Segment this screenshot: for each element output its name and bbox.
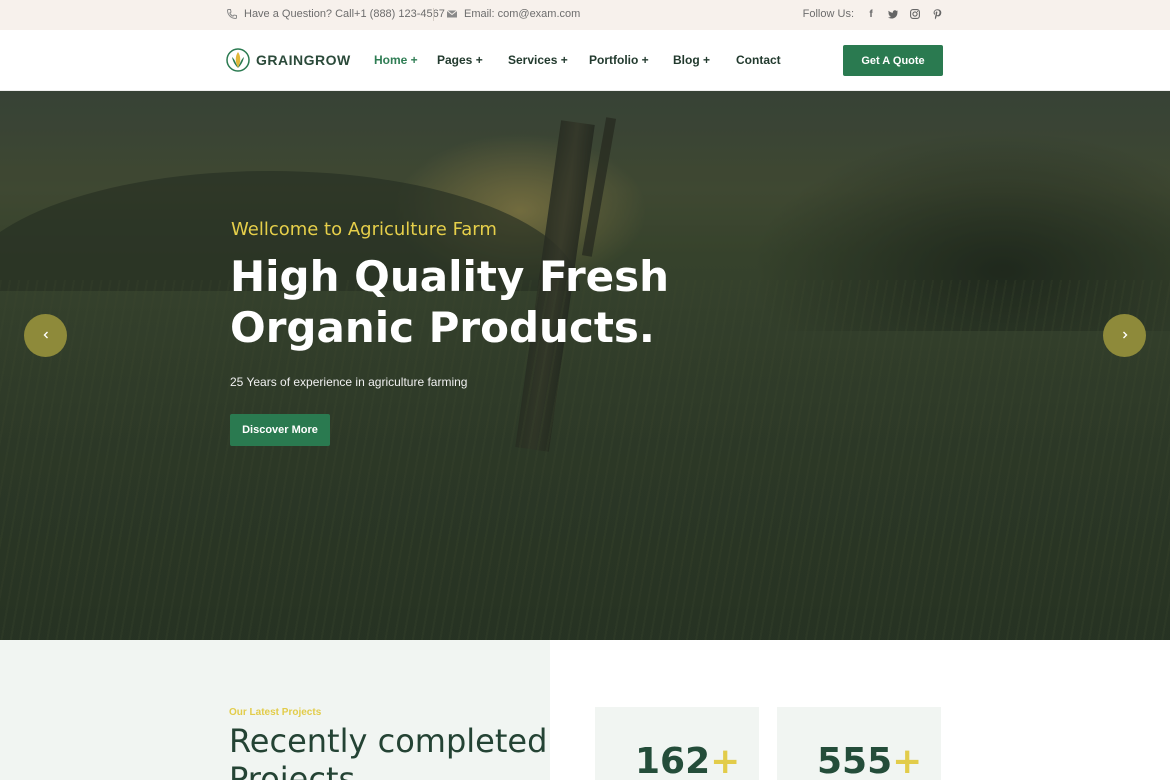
wheat-logo-icon: [226, 48, 250, 72]
logo-text: GRAINGROW: [256, 52, 351, 68]
hero-description: 25 Years of experience in agriculture fa…: [230, 375, 468, 389]
hero-title-line-2: Organic Products.: [230, 303, 655, 352]
follow-label: Follow Us:: [802, 8, 854, 20]
envelope-icon: [446, 8, 458, 20]
stat-value: 555: [817, 741, 893, 780]
nav-services[interactable]: Services +: [508, 53, 568, 67]
nav-portfolio[interactable]: Portfolio +: [589, 53, 649, 67]
projects-title-line-1: Recently completed: [229, 722, 548, 760]
slider-next-button[interactable]: [1103, 314, 1146, 357]
nav-pages[interactable]: Pages +: [437, 53, 483, 67]
instagram-icon[interactable]: [910, 8, 920, 20]
stat-number: 162+: [635, 741, 740, 780]
projects-title: Recently completed Projects: [229, 722, 549, 780]
chevron-right-icon: [1120, 327, 1130, 345]
hero-slider: Wellcome to Agriculture Farm High Qualit…: [0, 91, 1170, 640]
email-contact[interactable]: Email: com@exam.com: [446, 8, 580, 20]
stat-value: 162: [635, 741, 711, 780]
stat-card-2: 555+: [777, 707, 941, 780]
stat-card-1: 162+: [595, 707, 759, 780]
hero-title: High Quality Fresh Organic Products.: [230, 251, 710, 353]
nav-contact[interactable]: Contact: [736, 53, 781, 67]
stat-suffix: +: [710, 741, 741, 780]
social-follow: Follow Us: f: [803, 8, 942, 20]
hero-subtitle: Wellcome to Agriculture Farm: [231, 219, 497, 240]
site-header: GRAINGROW Home + Pages + Services + Port…: [0, 30, 1170, 91]
top-bar: Have a Question? Call+1 (888) 123-4567 E…: [0, 0, 1170, 30]
email-text: Email: com@exam.com: [464, 8, 581, 20]
phone-contact[interactable]: Have a Question? Call+1 (888) 123-4567: [226, 8, 445, 20]
get-quote-button[interactable]: Get A Quote: [843, 45, 943, 76]
facebook-icon[interactable]: f: [866, 8, 876, 20]
chevron-left-icon: [41, 327, 51, 345]
pinterest-icon[interactable]: [932, 8, 942, 20]
hero-overlay: [0, 91, 1170, 640]
projects-title-line-2: Projects: [229, 760, 356, 780]
nav-blog[interactable]: Blog +: [673, 53, 710, 67]
stat-suffix: +: [892, 741, 923, 780]
phone-icon: [226, 8, 238, 20]
nav-home[interactable]: Home +: [374, 53, 418, 67]
phone-text: Have a Question? Call+1 (888) 123-4567: [244, 8, 445, 20]
slider-prev-button[interactable]: [24, 314, 67, 357]
twitter-icon[interactable]: [888, 8, 898, 20]
site-logo[interactable]: GRAINGROW: [226, 48, 351, 72]
projects-eyebrow: Our Latest Projects: [229, 707, 322, 718]
discover-more-button[interactable]: Discover More: [230, 414, 330, 446]
stat-number: 555+: [817, 741, 922, 780]
topbar-divider: [433, 8, 434, 21]
hero-title-line-1: High Quality Fresh: [230, 252, 670, 301]
